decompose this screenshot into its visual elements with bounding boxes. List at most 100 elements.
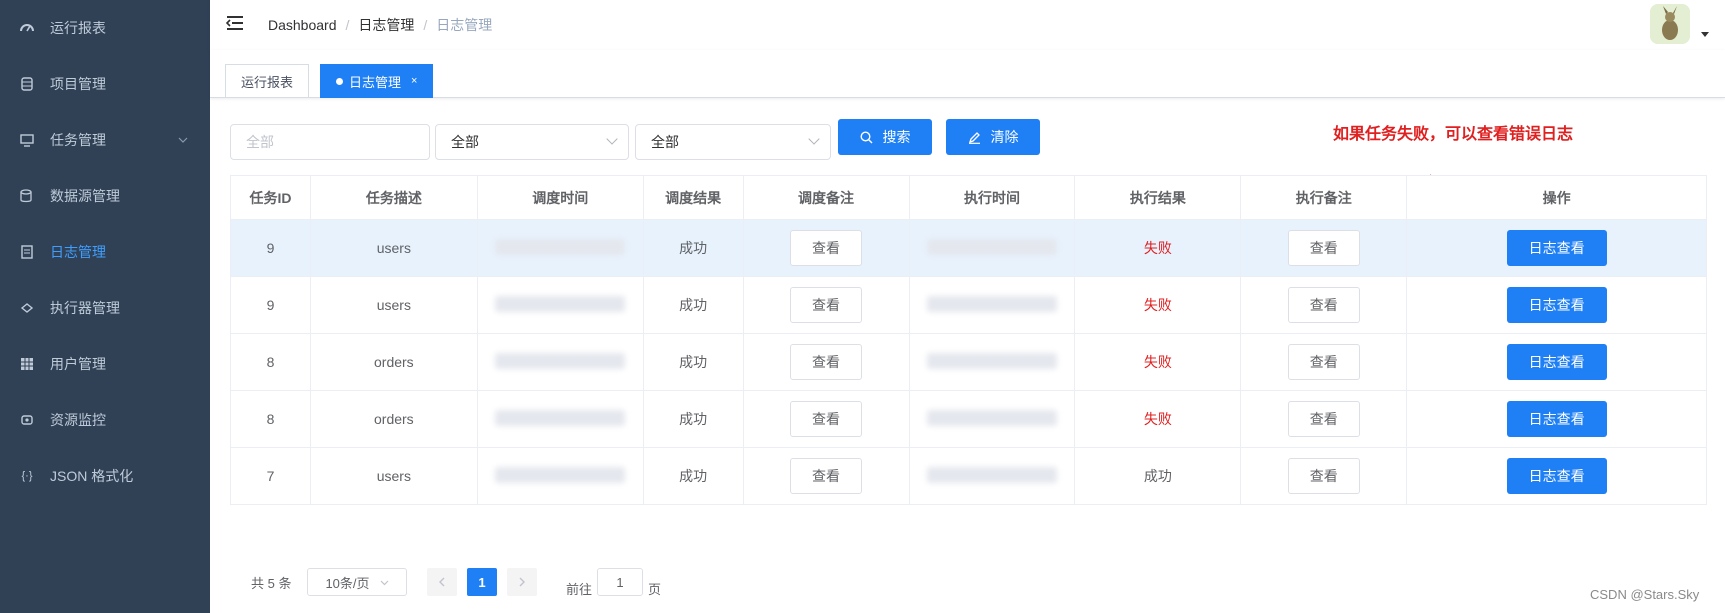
- exec-time-cell: [908, 219, 1076, 277]
- schedule-result-cell: 成功: [642, 447, 744, 505]
- schedule-time-cell: [476, 333, 644, 391]
- breadcrumb-current: 日志管理: [436, 17, 493, 33]
- hamburger-icon[interactable]: [225, 15, 244, 36]
- blurred-value: [926, 466, 1057, 483]
- sidebar-item-executors[interactable]: 执行器管理: [0, 280, 210, 336]
- table-row[interactable]: 8 orders 成功 查看 失败 查看 日志查看: [230, 390, 1707, 448]
- table-row[interactable]: 8 orders 成功 查看 失败 查看 日志查看: [230, 333, 1707, 391]
- search-button[interactable]: 搜索: [838, 119, 932, 155]
- sidebar: 运行报表 项目管理 任务管理 数据源管理 日志管理 执行器管理 用户管理 资源监…: [0, 0, 210, 613]
- action-cell: 日志查看: [1406, 447, 1707, 505]
- action-cell: 日志查看: [1406, 390, 1707, 448]
- column-header: 调度备注: [742, 175, 910, 220]
- dashboard-icon: [20, 21, 34, 35]
- schedule-note-cell: 查看: [742, 276, 910, 334]
- view-schedule-note-button[interactable]: 查看: [790, 230, 863, 266]
- chevron-right-icon: [519, 577, 525, 587]
- schedule-result-cell: 成功: [642, 333, 744, 391]
- breadcrumb-separator: /: [345, 17, 350, 33]
- view-log-button[interactable]: 日志查看: [1506, 287, 1607, 323]
- schedule-time-cell: [476, 276, 644, 334]
- table-row[interactable]: 7 users 成功 查看 成功 查看 日志查看: [230, 447, 1707, 505]
- breadcrumb-item[interactable]: 日志管理: [358, 15, 414, 35]
- close-icon[interactable]: ×: [411, 75, 417, 87]
- view-exec-note-button[interactable]: 查看: [1287, 401, 1360, 437]
- prev-page-button[interactable]: [427, 568, 457, 596]
- filter-select-2[interactable]: 全部: [635, 124, 831, 160]
- caret-down-icon[interactable]: [1701, 32, 1709, 37]
- search-input-placeholder: 全部: [246, 134, 274, 150]
- breadcrumb-item[interactable]: Dashboard: [268, 17, 337, 33]
- sidebar-item-dashboard[interactable]: 运行报表: [0, 0, 210, 56]
- view-log-button[interactable]: 日志查看: [1506, 458, 1607, 494]
- search-input[interactable]: 全部: [230, 124, 430, 160]
- blurred-value: [495, 466, 626, 483]
- view-exec-note-button[interactable]: 查看: [1287, 230, 1360, 266]
- schedule-note-cell: 查看: [742, 333, 910, 391]
- sidebar-item-json[interactable]: {·} JSON 格式化: [0, 448, 210, 504]
- goto-prefix: 前往: [566, 581, 593, 597]
- chevron-down-icon: [808, 133, 820, 145]
- view-log-button[interactable]: 日志查看: [1506, 230, 1607, 266]
- blurred-value: [495, 238, 626, 255]
- avatar[interactable]: [1650, 4, 1690, 44]
- exec-time-cell: [908, 276, 1076, 334]
- exec-result-cell: 失败: [1074, 390, 1242, 448]
- table-icon: [20, 357, 34, 371]
- current-page-button[interactable]: 1: [467, 568, 497, 596]
- table-row[interactable]: 9 users 成功 查看 失败 查看 日志查看: [230, 276, 1707, 334]
- database-icon: [20, 77, 34, 91]
- next-page-button[interactable]: [507, 568, 537, 596]
- goto-suffix: 页: [648, 581, 662, 597]
- clear-button[interactable]: 清除: [946, 119, 1040, 155]
- table-row[interactable]: 9 users 成功 查看 失败 查看 日志查看: [230, 219, 1707, 277]
- view-log-button[interactable]: 日志查看: [1506, 401, 1607, 437]
- tag-dashboard[interactable]: 运行报表: [225, 64, 310, 98]
- view-log-button[interactable]: 日志查看: [1506, 344, 1607, 380]
- sidebar-item-tasks[interactable]: 任务管理: [0, 112, 210, 168]
- tag-logs[interactable]: 日志管理 ×: [320, 64, 434, 98]
- view-exec-note-button[interactable]: 查看: [1287, 458, 1360, 494]
- sidebar-item-resources[interactable]: 资源监控: [0, 392, 210, 448]
- blurred-value: [926, 295, 1057, 312]
- exec-time-cell: [908, 333, 1076, 391]
- exec-note-cell: 查看: [1240, 333, 1408, 391]
- table-header-row: 任务ID 任务描述 调度时间 调度结果 调度备注 执行时间 执行结果 执行备注 …: [230, 175, 1707, 220]
- view-schedule-note-button[interactable]: 查看: [790, 401, 863, 437]
- exec-result-cell: 失败: [1074, 333, 1242, 391]
- view-schedule-note-button[interactable]: 查看: [790, 344, 863, 380]
- view-schedule-note-button[interactable]: 查看: [790, 287, 863, 323]
- goto-page-input[interactable]: 1: [597, 568, 643, 596]
- task-id-cell: 9: [230, 276, 311, 334]
- column-header: 调度时间: [476, 175, 644, 220]
- blurred-value: [926, 352, 1057, 369]
- task-desc-cell: users: [309, 447, 478, 505]
- view-schedule-note-button[interactable]: 查看: [790, 458, 863, 494]
- sidebar-item-projects[interactable]: 项目管理: [0, 56, 210, 112]
- exec-note-cell: 查看: [1240, 219, 1408, 277]
- column-header: 执行备注: [1240, 175, 1408, 220]
- blurred-value: [495, 295, 626, 312]
- clear-button-label: 清除: [990, 129, 1019, 145]
- exec-note-cell: 查看: [1240, 390, 1408, 448]
- blurred-value: [926, 409, 1057, 426]
- schedule-time-cell: [476, 219, 644, 277]
- filter-select-1[interactable]: 全部: [435, 124, 629, 160]
- datasource-icon: [20, 189, 34, 203]
- task-id-cell: 8: [230, 390, 311, 448]
- sidebar-item-datasource[interactable]: 数据源管理: [0, 168, 210, 224]
- column-header: 任务ID: [230, 175, 311, 220]
- column-header: 调度结果: [642, 175, 744, 220]
- action-cell: 日志查看: [1406, 219, 1707, 277]
- exec-note-cell: 查看: [1240, 447, 1408, 505]
- view-exec-note-button[interactable]: 查看: [1287, 287, 1360, 323]
- sidebar-item-users[interactable]: 用户管理: [0, 336, 210, 392]
- view-exec-note-button[interactable]: 查看: [1287, 344, 1360, 380]
- sidebar-item-logs[interactable]: 日志管理: [0, 224, 210, 280]
- page-size-select[interactable]: 10条/页: [307, 568, 407, 596]
- active-dot-icon: [336, 77, 343, 85]
- monitor-resource-icon: [20, 413, 34, 427]
- exec-note-cell: 查看: [1240, 276, 1408, 334]
- sidebar-item-label: 数据源管理: [50, 188, 120, 204]
- tag-label: 运行报表: [241, 74, 294, 90]
